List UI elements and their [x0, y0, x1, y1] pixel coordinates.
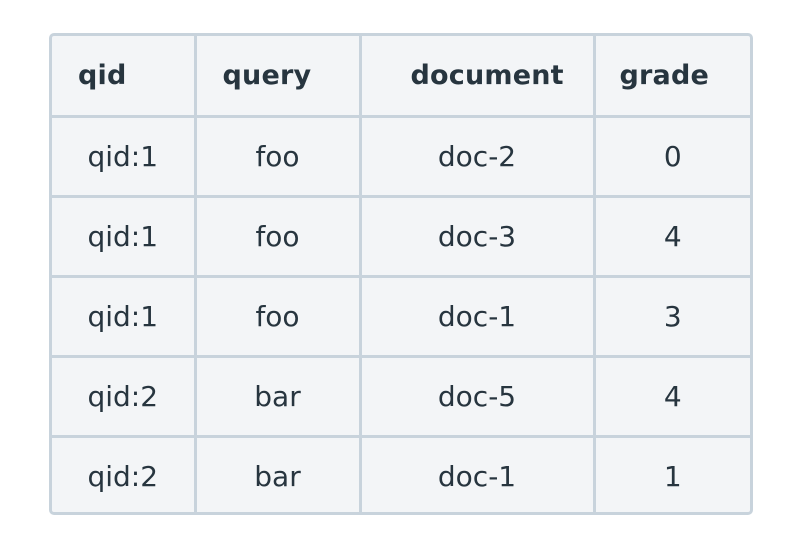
table-row: qid:2 bar doc-1 1	[52, 434, 750, 512]
cell-document: doc-5	[358, 354, 596, 438]
cell-qid: qid:1	[52, 194, 197, 278]
column-header-document: document	[358, 36, 596, 118]
cell-qid: qid:2	[52, 354, 197, 438]
cell-query: bar	[193, 354, 362, 438]
cell-grade: 3	[592, 274, 750, 358]
table-row: qid:1 foo doc-2 0	[52, 114, 750, 198]
cell-document: doc-3	[358, 194, 596, 278]
table-row: qid:1 foo doc-1 3	[52, 274, 750, 358]
cell-qid: qid:1	[52, 114, 197, 198]
column-header-grade: grade	[592, 36, 750, 118]
cell-qid: qid:1	[52, 274, 197, 358]
data-table: qid query document grade qid:1 foo doc-2…	[52, 36, 750, 512]
column-header-qid: qid	[52, 36, 197, 118]
cell-grade: 1	[592, 434, 750, 512]
cell-grade: 4	[592, 354, 750, 438]
cell-query: bar	[193, 434, 362, 512]
table-row: qid:2 bar doc-5 4	[52, 354, 750, 438]
cell-query: foo	[193, 194, 362, 278]
relevance-judgments-table: qid query document grade qid:1 foo doc-2…	[49, 33, 753, 515]
cell-query: foo	[193, 114, 362, 198]
cell-document: doc-1	[358, 274, 596, 358]
cell-document: doc-2	[358, 114, 596, 198]
cell-document: doc-1	[358, 434, 596, 512]
table-row: qid:1 foo doc-3 4	[52, 194, 750, 278]
cell-grade: 4	[592, 194, 750, 278]
column-header-query: query	[193, 36, 362, 118]
cell-query: foo	[193, 274, 362, 358]
cell-grade: 0	[592, 114, 750, 198]
header-row: qid query document grade	[52, 36, 750, 118]
cell-qid: qid:2	[52, 434, 197, 512]
